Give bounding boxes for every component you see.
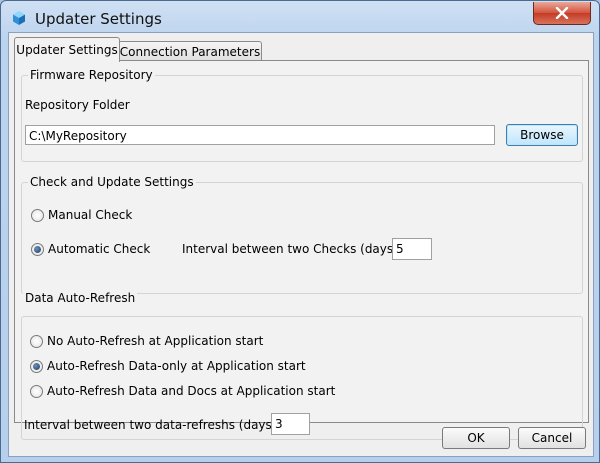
- close-x-icon: [555, 7, 569, 19]
- tab-connection-parameters[interactable]: Connection Parameters: [118, 41, 262, 62]
- updater-settings-window: Updater Settings Updater Settings Connec…: [0, 0, 600, 463]
- ok-button[interactable]: OK: [442, 427, 510, 449]
- cancel-button[interactable]: Cancel: [518, 427, 586, 449]
- app-cube-icon: [13, 11, 25, 25]
- tab-updater-settings[interactable]: Updater Settings: [14, 37, 120, 62]
- window-title: Updater Settings: [35, 10, 162, 28]
- manual-check-radio[interactable]: [31, 209, 44, 222]
- manual-check-label: Manual Check: [48, 208, 133, 222]
- updater-settings-panel: Firmware Repository Repository Folder C:…: [14, 60, 589, 440]
- data-auto-refresh-frame: [21, 316, 583, 440]
- check-interval-label: Interval between two Checks (days): [182, 242, 398, 256]
- check-update-legend: Check and Update Settings: [28, 175, 196, 189]
- check-update-settings-group: Check and Update Settings Manual Check A…: [21, 175, 583, 294]
- radio-selected-dot: [34, 246, 41, 253]
- browse-button[interactable]: Browse: [506, 124, 578, 146]
- automatic-check-radio[interactable]: [31, 243, 44, 256]
- data-auto-refresh-legend: Data Auto-Refresh: [23, 291, 138, 305]
- title-bar[interactable]: Updater Settings: [1, 1, 599, 35]
- firmware-repository-legend: Firmware Repository: [28, 68, 155, 82]
- firmware-repository-group: Firmware Repository Repository Folder C:…: [21, 68, 583, 162]
- repository-folder-label: Repository Folder: [25, 98, 130, 112]
- close-button[interactable]: [533, 2, 591, 25]
- dialog-client-area: Updater Settings Connection Parameters F…: [8, 32, 594, 457]
- check-interval-input[interactable]: 5: [392, 238, 432, 260]
- automatic-check-label: Automatic Check: [48, 242, 151, 256]
- repository-folder-input[interactable]: C:\MyRepository: [25, 125, 495, 145]
